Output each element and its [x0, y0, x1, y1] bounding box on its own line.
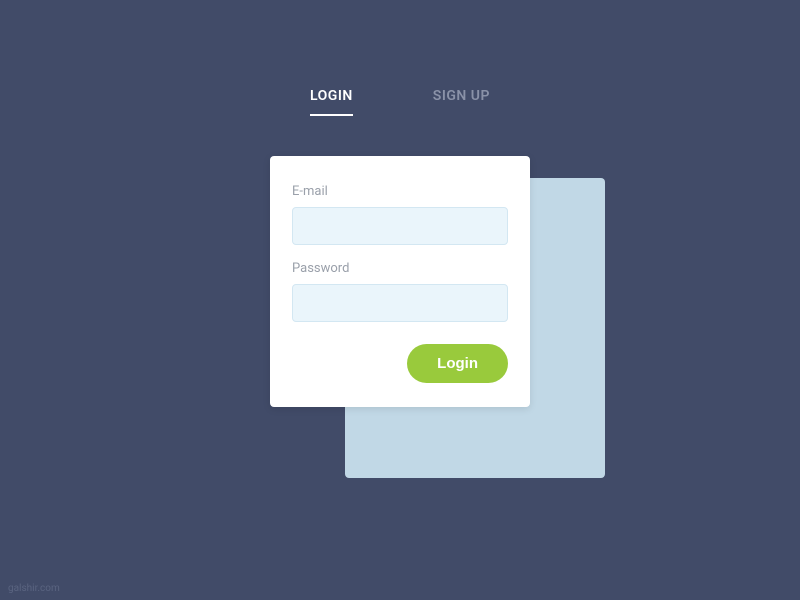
- button-row: Login: [292, 344, 508, 383]
- email-field[interactable]: [292, 207, 508, 245]
- password-field[interactable]: [292, 284, 508, 322]
- password-label: Password: [292, 261, 508, 276]
- card-stack: E-mail Password Login: [270, 156, 530, 407]
- login-button[interactable]: Login: [407, 344, 508, 383]
- login-card: E-mail Password Login: [270, 156, 530, 407]
- email-label: E-mail: [292, 184, 508, 199]
- auth-tabs: LOGIN SIGN UP: [0, 0, 800, 116]
- tab-login[interactable]: LOGIN: [310, 88, 353, 116]
- password-group: Password: [292, 261, 508, 322]
- footer-credit: galshir.com: [8, 583, 60, 594]
- email-group: E-mail: [292, 184, 508, 245]
- tab-signup[interactable]: SIGN UP: [433, 88, 490, 116]
